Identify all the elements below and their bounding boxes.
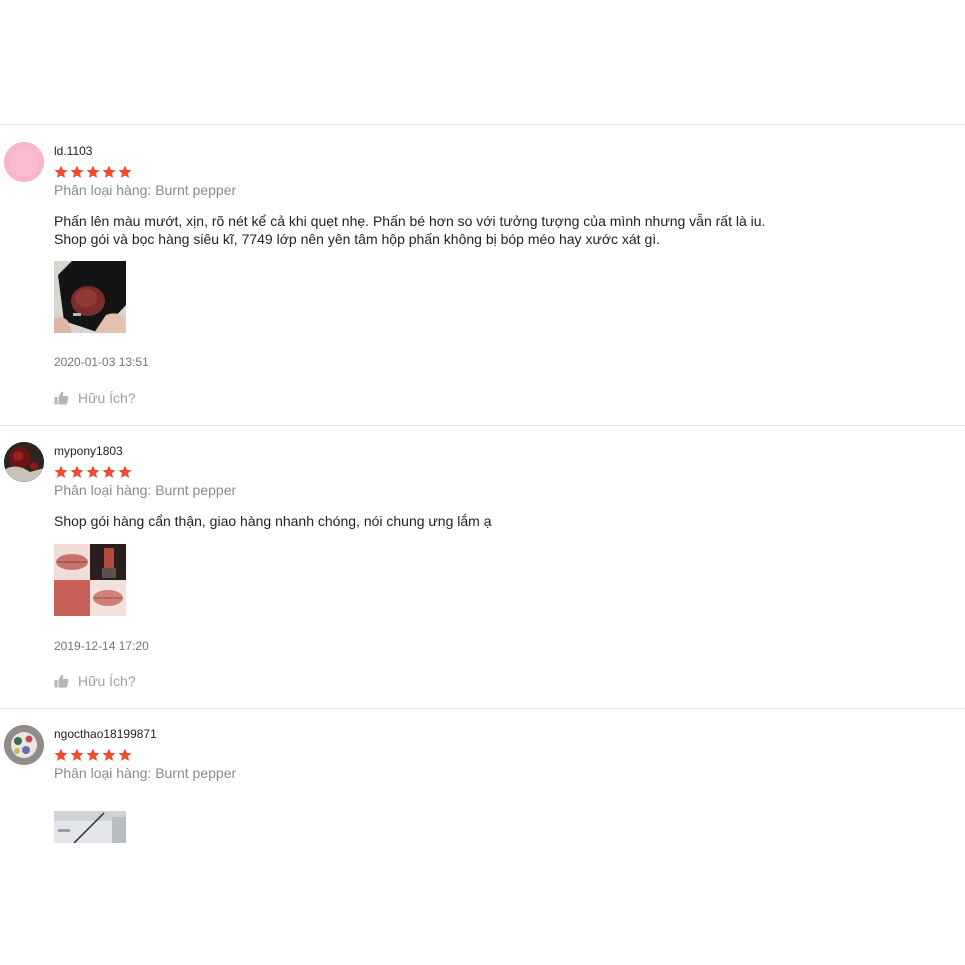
star-icon [118,165,132,178]
review-divider [0,708,965,709]
avatar[interactable] [4,142,44,182]
review-comment-line: Shop gói hàng cẩn thận, giao hàng nhanh … [54,513,492,529]
thumbs-up-icon [54,391,69,405]
helpful-button[interactable]: Hữu Ích? [54,673,136,689]
star-icon [86,165,100,178]
review-comment-line: Phấn lên màu mướt, xịn, rõ nét kể cả khi… [54,213,766,229]
star-icon [54,465,68,478]
helpful-label: Hữu Ích? [78,390,136,406]
star-icon [118,465,132,478]
review-comment-line: Shop gói và bọc hàng siêu kĩ, 7749 lớp n… [54,231,661,247]
thumbs-up-icon [54,674,69,688]
star-icon [86,465,100,478]
star-icon [54,748,68,761]
avatar[interactable] [4,442,44,482]
avatar[interactable] [4,725,44,765]
review-username[interactable]: ngocthao18199871 [54,727,157,741]
helpful-label: Hữu Ích? [78,673,136,689]
product-variation: Phân loại hàng: Burnt pepper [54,765,237,781]
star-icon [54,165,68,178]
product-variation: Phân loại hàng: Burnt pepper [54,482,237,498]
star-icon [70,465,84,478]
star-icon [86,748,100,761]
star-icon [70,748,84,761]
helpful-button[interactable]: Hữu Ích? [54,390,136,406]
top-divider [0,124,965,125]
review-photo[interactable] [54,261,126,333]
star-icon [102,465,116,478]
star-icon [102,748,116,761]
product-variation: Phân loại hàng: Burnt pepper [54,182,237,198]
rating-stars [54,465,132,479]
review-date: 2019-12-14 17:20 [54,639,149,653]
rating-stars [54,165,132,179]
star-icon [70,165,84,178]
review-photo[interactable] [54,544,126,616]
review-username[interactable]: ld.1103 [54,144,92,158]
review-photo[interactable] [54,811,126,843]
review-username[interactable]: mypony1803 [54,444,123,458]
star-icon [102,165,116,178]
review-comment: Shop gói hàng cẩn thận, giao hàng nhanh … [54,512,934,530]
star-icon [118,748,132,761]
review-comment: Phấn lên màu mướt, xịn, rõ nét kể cả khi… [54,212,934,248]
review-date: 2020-01-03 13:51 [54,355,149,369]
review-divider [0,425,965,426]
rating-stars [54,748,132,762]
